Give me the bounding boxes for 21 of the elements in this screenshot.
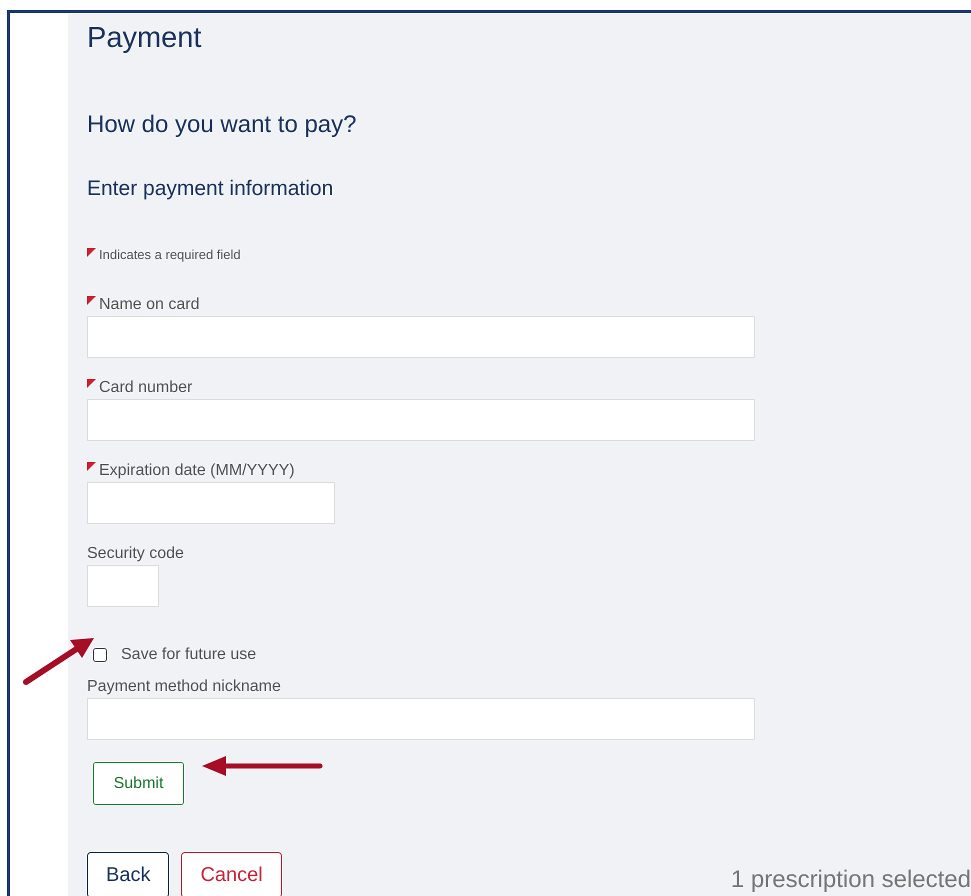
back-button[interactable]: Back [87, 852, 170, 896]
input-field[interactable] [87, 482, 335, 524]
required-flag-icon [87, 248, 96, 257]
checkbox[interactable] [93, 648, 107, 662]
input-field[interactable] [87, 565, 159, 607]
selection-status: 1 prescription selected [730, 866, 971, 894]
question-heading: How do you want to pay? [87, 110, 358, 140]
submit-button[interactable]: Submit [93, 762, 184, 805]
checkbox-label: Save for future use [121, 645, 256, 665]
input-field[interactable] [87, 698, 755, 740]
field-label: Expiration date (MM/YYYY) [99, 461, 295, 481]
input-field[interactable] [87, 316, 755, 358]
required-note: Indicates a required field [99, 247, 241, 263]
input-field[interactable] [87, 399, 755, 441]
field-label: Card number [99, 378, 192, 398]
field-label: Security code [87, 544, 184, 564]
cancel-button[interactable]: Cancel [181, 852, 282, 896]
page-title: Payment [87, 21, 202, 56]
section-heading: Enter payment information [87, 176, 334, 202]
field-label: Name on card [99, 295, 200, 315]
field-label: Payment method nickname [87, 677, 281, 697]
